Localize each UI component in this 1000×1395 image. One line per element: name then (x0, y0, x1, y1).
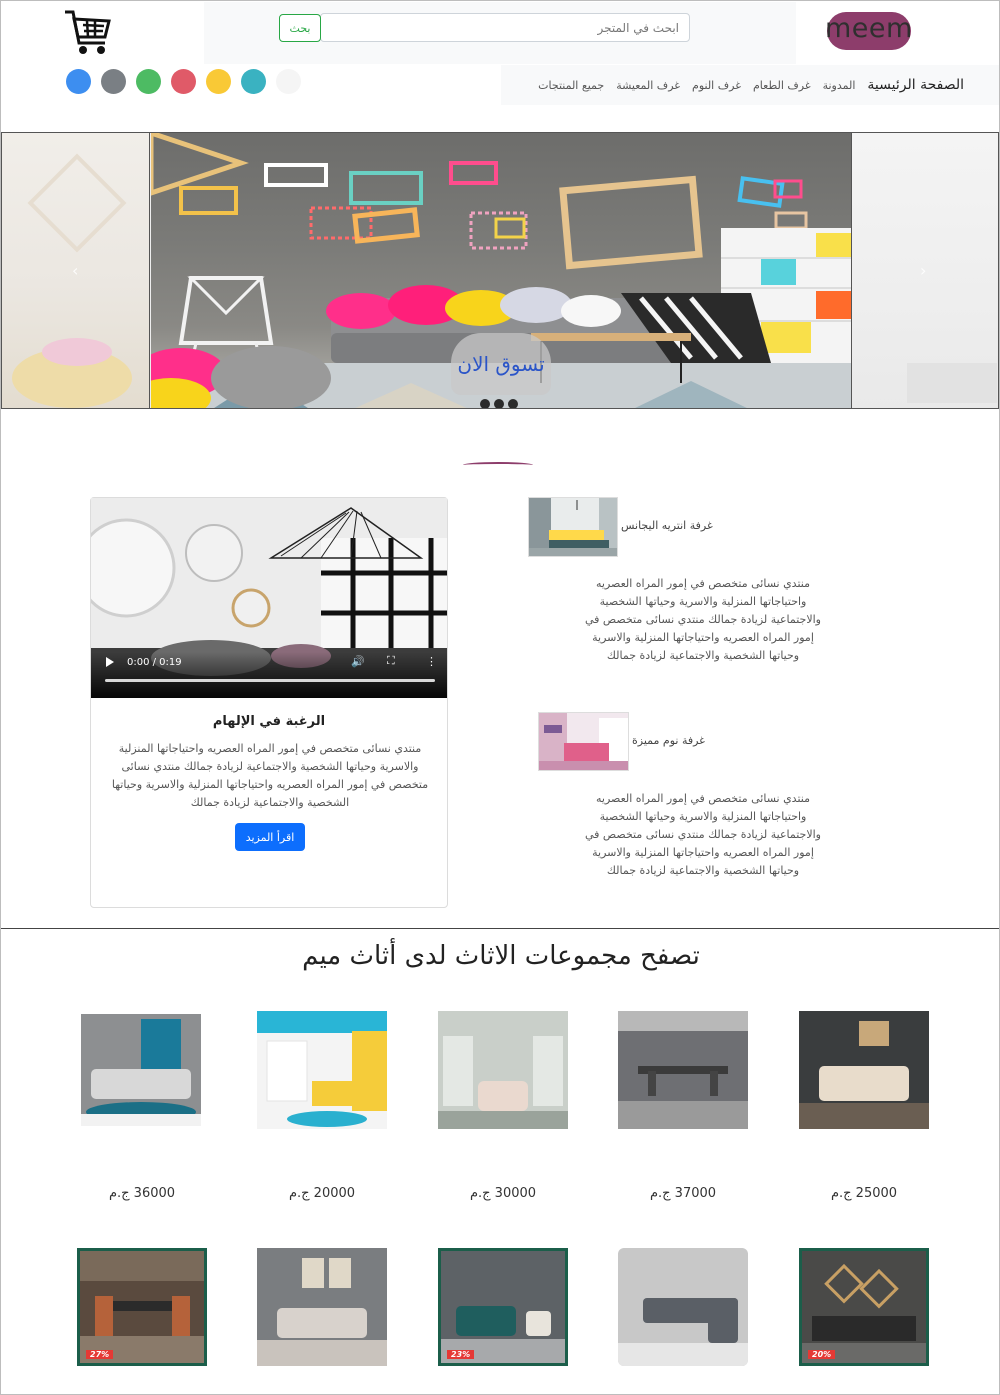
carousel-indicators (480, 399, 518, 408)
cabinet-shape (907, 363, 997, 403)
more-options-icon[interactable]: ⋮ (426, 655, 437, 668)
pouf-shape-2 (42, 338, 112, 366)
nav-all-products[interactable]: جميع المنتجات (538, 79, 604, 92)
discount-badge: 23% (447, 1350, 475, 1359)
bedroom-photo-1 (438, 1011, 568, 1129)
carousel-dot-1[interactable] (480, 399, 490, 408)
kids-room-photo (257, 1011, 387, 1129)
living-room-photo-2 (257, 1248, 387, 1366)
product-price-2: 20000 ج.م (288, 1186, 356, 1201)
play-icon[interactable] (106, 657, 114, 667)
product-image-3[interactable] (438, 1011, 568, 1129)
sectional-sofa-photo (618, 1248, 748, 1366)
main-nav: الصفحة الرئيسية المدونة غرف الطعام غرف ا… (501, 65, 999, 105)
swatch-green[interactable] (136, 69, 161, 94)
product-image-8[interactable]: 23% (438, 1248, 568, 1366)
product-image-4[interactable] (618, 1011, 748, 1129)
dining-set-photo (80, 1251, 204, 1363)
product-price-4: 37000 ج.م (649, 1186, 717, 1201)
living-room-photo-3 (441, 1251, 565, 1363)
swatch-red[interactable] (171, 69, 196, 94)
logo-text: meem (825, 13, 913, 44)
search-input[interactable] (320, 13, 690, 42)
swatch-gray[interactable] (101, 69, 126, 94)
product-price-5: 25000 ج.م (830, 1186, 898, 1201)
article-thumbnail-2[interactable] (538, 712, 629, 771)
lamp-shape (27, 153, 127, 253)
swatch-yellow[interactable] (206, 69, 231, 94)
product-image-1[interactable] (81, 1014, 201, 1126)
swatch-blue[interactable] (66, 69, 91, 94)
video-time: 0:00 / 0:19 (127, 657, 182, 668)
article-thumbnail-1[interactable] (528, 497, 618, 557)
dining-room-photo (618, 1011, 748, 1129)
product-image-9[interactable] (618, 1248, 748, 1366)
page: بحث meem الصفحة الرئيسية المدونة غرف الط… (0, 0, 1000, 1395)
collections-title: تصفح مجموعات الاثاث لدى أثاث ميم (302, 941, 700, 971)
living-room-thumbnail (529, 498, 617, 556)
product-image-2[interactable] (257, 1011, 387, 1129)
section-divider (463, 462, 533, 468)
product-price-3: 30000 ج.م (469, 1186, 537, 1201)
carousel-main-slide: تسوق الان (151, 133, 851, 408)
discount-badge: 20% (808, 1350, 836, 1359)
featured-title: الرغبة في الإلهام (212, 714, 326, 729)
logo[interactable]: meem (825, 12, 913, 50)
product-image-5[interactable] (799, 1011, 929, 1129)
article-title-2[interactable]: غرفة نوم مميزة (632, 734, 705, 747)
video-player[interactable]: 0:00 / 0:19 🔊 ⛶ ⋮ (91, 498, 447, 698)
volume-icon[interactable]: 🔊 (351, 655, 365, 668)
living-room-photo-1 (81, 1014, 201, 1126)
product-price-1: 36000 ج.م (108, 1186, 176, 1201)
carousel-dot-3[interactable] (508, 399, 518, 408)
hero-carousel: ‹ تسوق الان › (1, 132, 999, 409)
discount-badge: 27% (86, 1350, 114, 1359)
nav-home[interactable]: الصفحة الرئيسية (867, 77, 964, 93)
article-title-1[interactable]: غرفة انتريه اليجانس (621, 519, 713, 532)
product-image-7[interactable] (257, 1248, 387, 1366)
search-button[interactable]: بحث (279, 14, 321, 42)
bedroom-thumbnail (539, 713, 628, 770)
color-swatches (66, 69, 301, 94)
shop-now-button[interactable]: تسوق الان (451, 333, 551, 395)
article-text-1: منتدي نسائى متخصص في إمور المراه العصريه… (585, 577, 821, 662)
swatch-white[interactable] (276, 69, 301, 94)
cart-icon[interactable] (63, 9, 113, 59)
fullscreen-icon[interactable]: ⛶ (387, 654, 395, 668)
chevron-right-icon[interactable]: › (920, 261, 926, 280)
article-text-2: منتدي نسائى متخصص في إمور المراه العصريه… (585, 792, 821, 877)
nav-bedrooms[interactable]: غرف النوم (692, 79, 741, 92)
section-separator (1, 928, 999, 929)
video-progress-track[interactable] (105, 679, 435, 682)
nav-dining-rooms[interactable]: غرف الطعام (753, 79, 811, 92)
product-image-6[interactable]: 27% (77, 1248, 207, 1366)
carousel-dot-2[interactable] (494, 399, 504, 408)
featured-card: 0:00 / 0:19 🔊 ⛶ ⋮ الرغبة في الإلهام منتد… (90, 497, 448, 908)
swatch-teal[interactable] (241, 69, 266, 94)
console-table-photo (802, 1251, 926, 1363)
nav-living-rooms[interactable]: غرف المعيشة (616, 79, 680, 92)
featured-text: منتدي نسائى متخصص في إمور المراه العصريه… (111, 742, 429, 809)
search-bar: بحث (204, 2, 796, 64)
product-image-10[interactable]: 20% (799, 1248, 929, 1366)
bedroom-photo-2 (799, 1011, 929, 1129)
chevron-left-icon[interactable]: ‹ (72, 261, 78, 280)
nav-blog[interactable]: المدونة (823, 79, 856, 92)
read-more-button[interactable]: اقرأ المزيد (235, 823, 305, 851)
logo-area: meem (796, 2, 999, 64)
